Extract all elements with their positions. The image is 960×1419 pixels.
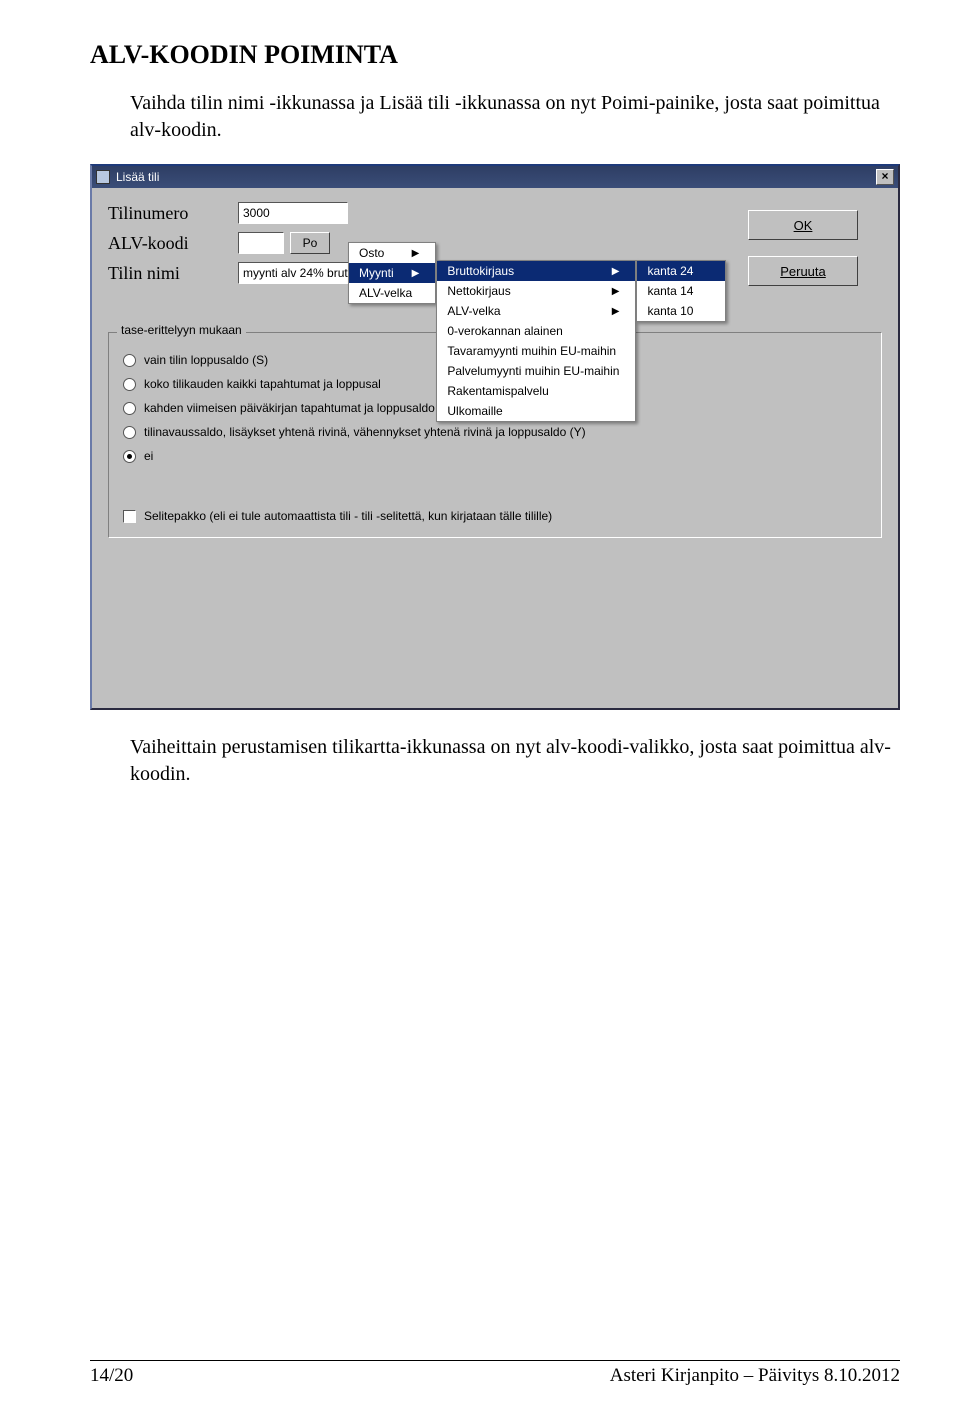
after-paragraph: Vaiheittain perustamisen tilikartta-ikku…	[130, 734, 900, 788]
alv-menu-level3[interactable]: kanta 24 kanta 14 kanta 10	[636, 260, 726, 322]
label-tilinumero: Tilinumero	[108, 203, 238, 224]
alv-menu2-item-label: Bruttokirjaus	[447, 264, 514, 278]
label-tilinnimi: Tilin nimi	[108, 263, 238, 284]
peruuta-button[interactable]: Peruuta	[748, 256, 858, 286]
dialog-lisaa-tili: Lisää tili × OK Peruuta Tilinumero 3000 …	[90, 164, 900, 710]
label-alvkoodi: ALV-koodi	[108, 233, 238, 254]
alv-menu2-item[interactable]: ALV-velka ▶	[437, 301, 635, 321]
radio-icon[interactable]	[123, 354, 136, 367]
alv-menu2-item-label: ALV-velka	[447, 304, 500, 318]
radio-icon[interactable]	[123, 426, 136, 439]
selitepakko-row[interactable]: Selitepakko (eli ei tule automaattista t…	[123, 509, 867, 523]
intro-paragraph: Vaihda tilin nimi -ikkunassa ja Lisää ti…	[130, 90, 900, 144]
alv-menu2-item[interactable]: Ulkomaille	[437, 401, 635, 421]
alv-menu3-item-label: kanta 24	[647, 264, 693, 278]
footer-product-date: Asteri Kirjanpito – Päivitys 8.10.2012	[610, 1365, 900, 1387]
alv-menu1-item-label: ALV-velka	[359, 286, 412, 300]
alv-menu3-item[interactable]: kanta 10	[637, 301, 725, 321]
chevron-right-icon: ▶	[412, 268, 420, 279]
alv-menu2-item-label: Ulkomaille	[447, 404, 502, 418]
selitepakko-label: Selitepakko (eli ei tule automaattista t…	[144, 509, 552, 523]
alv-menu2-item[interactable]: Rakentamispalvelu	[437, 381, 635, 401]
alv-menu1-item-label: Myynti	[359, 266, 394, 280]
tase-option[interactable]: tilinavaussaldo, lisäykset yhtenä rivinä…	[123, 425, 867, 439]
alv-menu2-item-label: 0-verokannan alainen	[447, 324, 562, 338]
alv-menu2-item[interactable]: Nettokirjaus ▶	[437, 281, 635, 301]
dialog-title: Lisää tili	[116, 170, 159, 184]
chevron-right-icon: ▶	[612, 306, 620, 317]
tase-option-label: vain tilin loppusaldo (S)	[144, 353, 268, 367]
alv-menu3-item-label: kanta 14	[647, 284, 693, 298]
tilinumero-input[interactable]: 3000	[238, 202, 348, 224]
alv-menu2-item[interactable]: Palvelumyynti muihin EU-maihin	[437, 361, 635, 381]
alv-menu1-item[interactable]: Myynti ▶	[349, 263, 435, 283]
chevron-right-icon: ▶	[412, 248, 420, 259]
alv-menu1-item[interactable]: Osto ▶	[349, 243, 435, 263]
radio-icon[interactable]	[123, 402, 136, 415]
alv-menu-level1[interactable]: Osto▶Myynti▶ALV-velka	[348, 242, 436, 304]
close-icon[interactable]: ×	[876, 169, 894, 185]
tase-option-label: koko tilikauden kaikki tapahtumat ja lop…	[144, 377, 381, 391]
alv-menu-cascade: Osto▶Myynti▶ALV-velka Bruttokirjaus▶Nett…	[348, 242, 726, 422]
alv-menu1-item[interactable]: ALV-velka	[349, 283, 435, 303]
alv-menu3-item[interactable]: kanta 24	[637, 261, 725, 281]
chevron-right-icon: ▶	[612, 286, 620, 297]
poimi-button[interactable]: Po	[290, 232, 330, 254]
ok-button[interactable]: OK	[748, 210, 858, 240]
radio-icon[interactable]	[123, 378, 136, 391]
alv-menu2-item[interactable]: Tavaramyynti muihin EU-maihin	[437, 341, 635, 361]
alv-menu3-item[interactable]: kanta 14	[637, 281, 725, 301]
tase-option-label: ei	[144, 449, 153, 463]
tase-option[interactable]: ei	[123, 449, 867, 463]
alvkoodi-input[interactable]	[238, 232, 284, 254]
alv-menu1-item-label: Osto	[359, 246, 384, 260]
alv-menu2-item-label: Tavaramyynti muihin EU-maihin	[447, 344, 616, 358]
alv-menu3-item-label: kanta 10	[647, 304, 693, 318]
tase-option-label: tilinavaussaldo, lisäykset yhtenä rivinä…	[144, 425, 586, 439]
footer-page-number: 14/20	[90, 1365, 133, 1387]
dialog-titlebar: Lisää tili ×	[92, 166, 898, 188]
radio-icon[interactable]	[123, 450, 136, 463]
alv-menu2-item-label: Rakentamispalvelu	[447, 384, 548, 398]
alv-menu2-item-label: Nettokirjaus	[447, 284, 510, 298]
page-footer: 14/20 Asteri Kirjanpito – Päivitys 8.10.…	[0, 1360, 960, 1387]
alv-menu2-item-label: Palvelumyynti muihin EU-maihin	[447, 364, 619, 378]
alv-menu2-item[interactable]: 0-verokannan alainen	[437, 321, 635, 341]
groupbox-title: tase-erittelyyn mukaan	[117, 323, 246, 337]
alv-menu-level2[interactable]: Bruttokirjaus ▶ Nettokirjaus ▶ ALV-velka ▶ 0-v…	[436, 260, 636, 422]
window-icon	[96, 170, 110, 184]
selitepakko-checkbox[interactable]	[123, 510, 136, 523]
chevron-right-icon: ▶	[612, 266, 620, 277]
doc-title: ALV-KOODIN POIMINTA	[90, 40, 900, 70]
alv-menu2-item[interactable]: Bruttokirjaus ▶	[437, 261, 635, 281]
